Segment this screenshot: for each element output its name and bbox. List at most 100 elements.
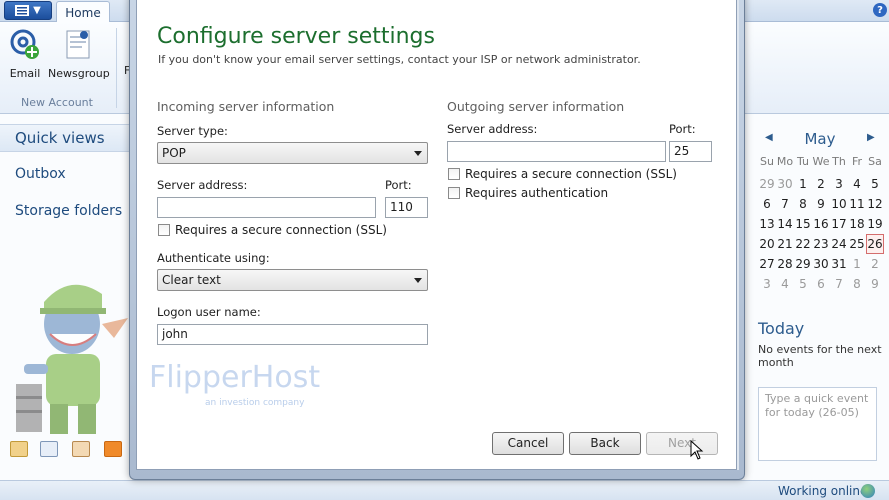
calendar-day[interactable]: 25: [848, 234, 866, 254]
calendar-day[interactable]: 9: [812, 194, 830, 214]
module-switcher: [0, 436, 132, 462]
calendar-day[interactable]: 6: [758, 194, 776, 214]
new-email-account-button[interactable]: Email: [0, 28, 55, 80]
calendar-day[interactable]: 4: [776, 274, 794, 294]
calendar-day[interactable]: 19: [866, 214, 884, 234]
mail-module-icon[interactable]: [10, 441, 28, 457]
status-bar: Working online: [0, 480, 889, 500]
outgoing-ssl-label: Requires a secure connection (SSL): [465, 167, 677, 181]
calendar-day[interactable]: 3: [758, 274, 776, 294]
calendar-weekday: Th: [832, 155, 846, 168]
calendar-day[interactable]: 23: [812, 234, 830, 254]
nav-item-storage-folders[interactable]: Storage folders: [15, 203, 122, 219]
calendar-day[interactable]: 9: [866, 274, 884, 294]
calendar-day[interactable]: 12: [866, 194, 884, 214]
ribbon-group-label: New Account: [21, 96, 93, 109]
calendar-module-icon[interactable]: [40, 441, 58, 457]
calendar-day[interactable]: 2: [866, 254, 884, 274]
calendar-week-row: 20 21 22 23 24 25 26: [758, 234, 884, 254]
calendar-day[interactable]: 17: [830, 214, 848, 234]
incoming-port-input[interactable]: 110: [385, 197, 428, 218]
nav-item-outbox[interactable]: Outbox: [15, 166, 66, 182]
help-icon[interactable]: ?: [873, 3, 887, 17]
calendar-day[interactable]: 30: [812, 254, 830, 274]
calendar-day[interactable]: 21: [776, 234, 794, 254]
outgoing-port-input[interactable]: 25: [669, 141, 712, 162]
outgoing-section-title: Outgoing server information: [447, 99, 625, 114]
calendar-day[interactable]: 14: [776, 214, 794, 234]
app-menu-button[interactable]: ▼: [4, 1, 52, 20]
incoming-ssl-checkbox[interactable]: Requires a secure connection (SSL): [158, 223, 387, 237]
incoming-ssl-label: Requires a secure connection (SSL): [175, 223, 387, 237]
calendar-day[interactable]: 31: [830, 254, 848, 274]
calendar-day[interactable]: 30: [776, 174, 794, 194]
calendar-day[interactable]: 3: [830, 174, 848, 194]
calendar-day[interactable]: 27: [758, 254, 776, 274]
tab-home[interactable]: Home: [56, 1, 110, 23]
dialog-title: Configure server settings: [157, 24, 435, 49]
calendar-day[interactable]: 26: [866, 234, 884, 254]
back-button[interactable]: Back: [569, 432, 641, 455]
calendar-day[interactable]: 5: [866, 174, 884, 194]
server-type-label: Server type:: [157, 124, 228, 138]
authenticate-select[interactable]: Clear text: [157, 269, 428, 291]
calendar-day[interactable]: 16: [812, 214, 830, 234]
calendar-day[interactable]: 18: [848, 214, 866, 234]
calendar-weekday: Mo: [776, 155, 794, 168]
server-type-select[interactable]: POP: [157, 142, 428, 164]
logon-user-input[interactable]: john: [157, 324, 428, 345]
calendar-day[interactable]: 1: [794, 174, 812, 194]
calendar-day[interactable]: 6: [812, 274, 830, 294]
navigation-pane: Quick views Outbox Storage folders: [0, 114, 132, 480]
calendar-month: May: [804, 130, 836, 148]
calendar-day[interactable]: 15: [794, 214, 812, 234]
checkbox-box: [448, 187, 460, 199]
requires-authentication-label: Requires authentication: [465, 186, 609, 200]
calendar-week-row: 3456789: [758, 274, 884, 294]
calendar-day[interactable]: 11: [848, 194, 866, 214]
quick-event-input[interactable]: Type a quick event for today (26-05): [758, 387, 877, 461]
incoming-server-address-label: Server address:: [157, 178, 248, 192]
contacts-module-icon[interactable]: [72, 441, 90, 457]
outgoing-server-address-input[interactable]: [447, 141, 666, 162]
calendar-day[interactable]: 22: [794, 234, 812, 254]
calendar-day[interactable]: 7: [776, 194, 794, 214]
calendar-day[interactable]: 20: [758, 234, 776, 254]
calendar-day[interactable]: 1: [848, 254, 866, 274]
incoming-server-address-input[interactable]: [157, 197, 376, 218]
calendar-week-row: 6 7 8 9 10 11 12: [758, 194, 884, 214]
chevron-down-icon: [414, 151, 422, 156]
calendar-day[interactable]: 13: [758, 214, 776, 234]
mascot-shark-image: [16, 284, 128, 434]
dialog-scrollbar[interactable]: [737, 0, 739, 470]
calendar-day[interactable]: 4: [848, 174, 866, 194]
calendar-week-row: 29 30 1 2 3 4 5: [758, 174, 884, 194]
requires-authentication-checkbox[interactable]: Requires authentication: [448, 186, 608, 200]
outgoing-ssl-checkbox[interactable]: Requires a secure connection (SSL): [448, 167, 677, 181]
globe-icon: [861, 484, 875, 498]
calendar-day[interactable]: 29: [758, 174, 776, 194]
calendar-day[interactable]: 8: [848, 274, 866, 294]
status-text: Working online: [778, 484, 868, 498]
today-no-events: No events for the next month: [758, 343, 882, 369]
calendar-day[interactable]: 5: [794, 274, 812, 294]
cancel-button[interactable]: Cancel: [492, 432, 564, 455]
calendar-day[interactable]: 8: [794, 194, 812, 214]
previous-month-icon[interactable]: ◀: [765, 132, 773, 143]
next-month-icon[interactable]: ▶: [867, 132, 875, 143]
email-label: Email: [9, 67, 41, 80]
next-button[interactable]: Next: [646, 432, 718, 455]
calendar-day[interactable]: 29: [794, 254, 812, 274]
flipperhost-watermark-sub: an investion company: [205, 398, 305, 408]
dialog-subtitle: If you don't know your email server sett…: [158, 53, 641, 66]
calendar-day[interactable]: 28: [776, 254, 794, 274]
nav-item-quick-views[interactable]: Quick views: [0, 124, 132, 152]
calendar-pane: ◀ May ▶ Su Mo Tu We Th Fr Sa 29 30 1 2 3 4 5 6 7 8 9 10 11 1…: [745, 114, 889, 480]
calendar-day[interactable]: 7: [830, 274, 848, 294]
feeds-module-icon[interactable]: [104, 441, 122, 457]
calendar-day[interactable]: 2: [812, 174, 830, 194]
new-newsgroup-account-button[interactable]: Newsgroup: [48, 28, 110, 80]
calendar-day[interactable]: 24: [830, 234, 848, 254]
incoming-port-label: Port:: [385, 178, 412, 192]
calendar-day[interactable]: 10: [830, 194, 848, 214]
